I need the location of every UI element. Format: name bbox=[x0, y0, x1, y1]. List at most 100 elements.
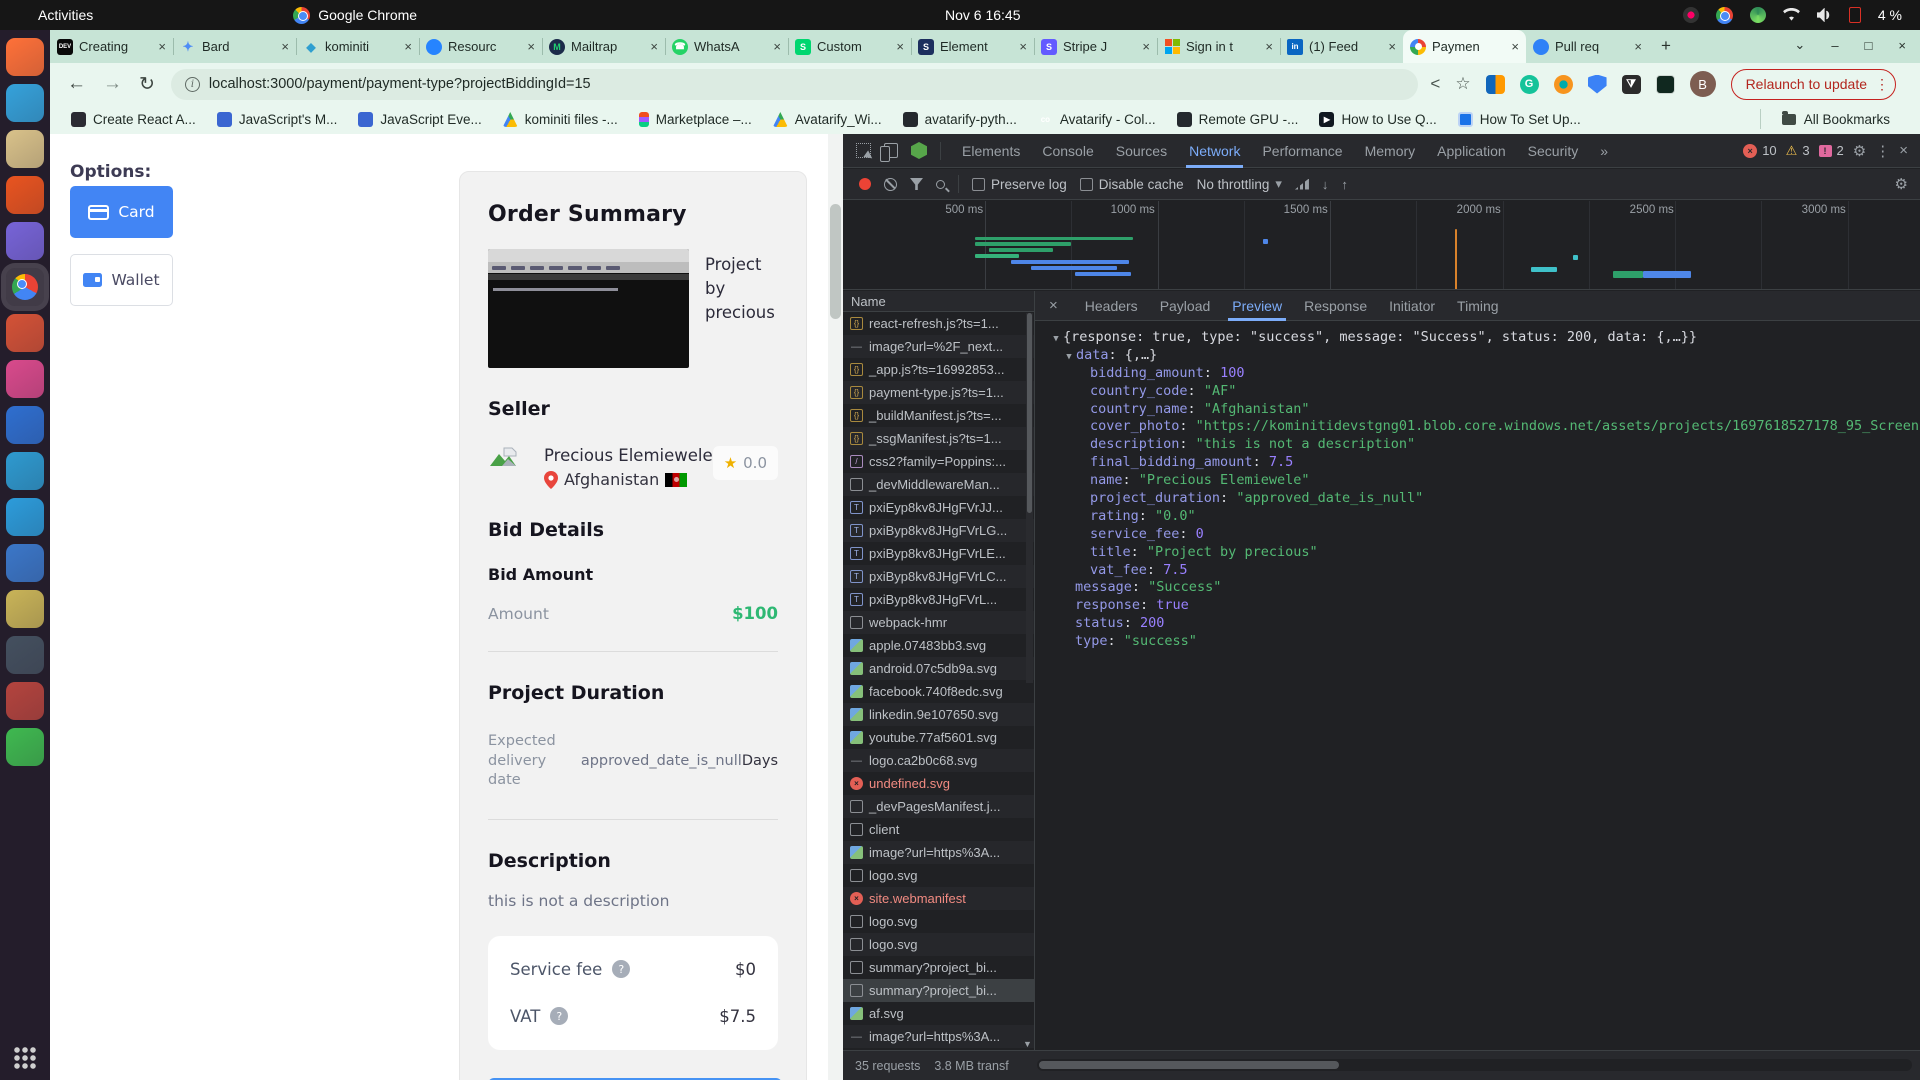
bookmark-item[interactable]: JavaScript's M... bbox=[217, 112, 338, 127]
request-row[interactable]: _devMiddlewareMan... bbox=[843, 473, 1034, 496]
dock-icon-files[interactable] bbox=[6, 130, 44, 168]
reload-button[interactable]: ↻ bbox=[139, 73, 155, 96]
request-row[interactable]: logo.svg bbox=[843, 933, 1034, 956]
devtools-tab-network[interactable]: Network bbox=[1178, 134, 1251, 168]
vat-help-icon[interactable]: ? bbox=[550, 1007, 568, 1025]
url-text[interactable]: localhost:3000/payment/payment-type?proj… bbox=[209, 76, 591, 92]
close-button[interactable]: × bbox=[1898, 38, 1906, 53]
device-toolbar-icon[interactable] bbox=[884, 143, 898, 158]
request-row[interactable]: linkedin.9e107650.svg bbox=[843, 703, 1034, 726]
scroll-down-arrow-icon[interactable]: ▼ bbox=[1023, 1039, 1034, 1050]
json-property-line[interactable]: name: "Precious Elemiewele" bbox=[1035, 472, 1920, 490]
devtools-tab-application[interactable]: Application bbox=[1426, 134, 1517, 168]
warnings-icon[interactable]: ⚠ bbox=[1786, 143, 1798, 159]
bookmark-item[interactable]: ▶How to Use Q... bbox=[1319, 112, 1436, 127]
dock-icon-terminal[interactable] bbox=[6, 728, 44, 766]
inspect-element-icon[interactable] bbox=[856, 143, 871, 158]
dock-icon-app-blue[interactable] bbox=[6, 84, 44, 122]
all-bookmarks[interactable]: All Bookmarks bbox=[1782, 112, 1890, 127]
dock-icon-blue-app-2[interactable] bbox=[6, 544, 44, 582]
close-detail-icon[interactable]: × bbox=[1049, 297, 1058, 314]
maximize-button[interactable]: □ bbox=[1865, 38, 1873, 53]
request-row[interactable]: youtube.77af5601.svg bbox=[843, 726, 1034, 749]
back-button[interactable]: ← bbox=[67, 73, 86, 95]
request-row[interactable]: ×site.webmanifest bbox=[843, 887, 1034, 910]
tab-custom[interactable]: SCustom× bbox=[788, 30, 911, 63]
detail-tab-payload[interactable]: Payload bbox=[1149, 291, 1222, 321]
record-network-log-button[interactable] bbox=[859, 178, 871, 190]
bookmark-item[interactable]: Avatarify_Wi... bbox=[773, 112, 882, 127]
request-row[interactable]: TpxiByp8kv8JHgFVrLG... bbox=[843, 519, 1034, 542]
bookmark-item[interactable]: Remote GPU -... bbox=[1177, 112, 1299, 127]
devtools-tab-performance[interactable]: Performance bbox=[1251, 134, 1353, 168]
relaunch-to-update-button[interactable]: Relaunch to update ⋮ bbox=[1731, 69, 1896, 100]
request-row[interactable]: facebook.740f8edc.svg bbox=[843, 680, 1034, 703]
request-row[interactable]: ×undefined.svg bbox=[843, 772, 1034, 795]
extension-eye-icon[interactable] bbox=[1554, 75, 1573, 94]
bookmark-item[interactable]: JavaScript Eve... bbox=[358, 112, 481, 127]
tab-close-icon[interactable]: × bbox=[527, 39, 535, 54]
json-property-line[interactable]: final_bidding_amount: 7.5 bbox=[1035, 454, 1920, 472]
wallet-payment-button[interactable]: Wallet bbox=[70, 254, 173, 306]
scrollbar-thumb[interactable] bbox=[1027, 313, 1032, 513]
search-icon[interactable] bbox=[936, 180, 945, 189]
json-property-line[interactable]: description: "this is not a description" bbox=[1035, 436, 1920, 454]
json-property-line[interactable]: service_fee: 0 bbox=[1035, 526, 1920, 544]
devtools-close-icon[interactable]: × bbox=[1899, 142, 1908, 159]
browser-menu-kebab-icon[interactable]: ⋮ bbox=[1875, 76, 1889, 93]
disable-cache-checkbox[interactable]: Disable cache bbox=[1080, 177, 1184, 192]
request-row[interactable]: /css2?family=Poppins:... bbox=[843, 450, 1034, 473]
detail-tab-headers[interactable]: Headers bbox=[1074, 291, 1149, 321]
network-conditions-icon[interactable] bbox=[1295, 179, 1309, 190]
bookmark-item[interactable]: Create React A... bbox=[71, 112, 196, 127]
page-scrollbar-thumb[interactable] bbox=[830, 204, 841, 319]
json-property-line[interactable]: title: "Project by precious" bbox=[1035, 544, 1920, 562]
request-row[interactable]: {}_buildManifest.js?ts=... bbox=[843, 404, 1034, 427]
detail-tab-response[interactable]: Response bbox=[1293, 291, 1378, 321]
dock-icon-files-yellow[interactable] bbox=[6, 590, 44, 628]
json-property-line[interactable]: bidding_amount: 100 bbox=[1035, 365, 1920, 383]
json-property-line[interactable]: project_duration: "approved_date_is_null… bbox=[1035, 490, 1920, 508]
json-property-line[interactable]: response: true bbox=[1035, 597, 1920, 615]
request-row[interactable]: summary?project_bi... bbox=[843, 979, 1034, 1002]
devtools-tab-memory[interactable]: Memory bbox=[1354, 134, 1427, 168]
issues-icon[interactable]: ! bbox=[1819, 145, 1832, 157]
site-info-icon[interactable]: i bbox=[185, 77, 200, 92]
tab-close-icon[interactable]: × bbox=[1634, 39, 1642, 54]
request-row[interactable]: TpxiByp8kv8JHgFVrLC... bbox=[843, 565, 1034, 588]
bookmark-item[interactable]: Marketplace –... bbox=[639, 112, 752, 127]
tab-close-icon[interactable]: × bbox=[1388, 39, 1396, 54]
tray-update-icon[interactable] bbox=[1750, 7, 1766, 23]
request-row[interactable]: af.svg bbox=[843, 1002, 1034, 1025]
tab-sign-in-t[interactable]: Sign in t× bbox=[1157, 30, 1280, 63]
network-settings-gear-icon[interactable]: ⚙ bbox=[1895, 175, 1908, 193]
request-row[interactable]: android.07c5db9a.svg bbox=[843, 657, 1034, 680]
request-row[interactable]: _devPagesManifest.j... bbox=[843, 795, 1034, 818]
share-icon[interactable]: < bbox=[1430, 74, 1440, 94]
tab-close-icon[interactable]: × bbox=[1019, 39, 1027, 54]
minimize-button[interactable]: – bbox=[1831, 38, 1838, 53]
tab-close-icon[interactable]: × bbox=[281, 39, 289, 54]
json-property-line[interactable]: type: "success" bbox=[1035, 633, 1920, 651]
request-row[interactable]: —logo.ca2b0c68.svg bbox=[843, 749, 1034, 772]
json-property-line[interactable]: rating: "0.0" bbox=[1035, 508, 1920, 526]
request-row[interactable]: webpack-hmr bbox=[843, 611, 1034, 634]
filter-icon[interactable] bbox=[910, 178, 923, 190]
devtools-more-tabs-chevron[interactable]: » bbox=[1589, 134, 1619, 168]
volume-icon[interactable] bbox=[1817, 8, 1832, 22]
tab-close-icon[interactable]: × bbox=[158, 39, 166, 54]
request-row[interactable]: logo.svg bbox=[843, 910, 1034, 933]
dock-icon-dark-app[interactable] bbox=[6, 636, 44, 674]
request-row[interactable]: summary?project_bi... bbox=[843, 956, 1034, 979]
json-property-line[interactable]: message: "Success" bbox=[1035, 579, 1920, 597]
tab-resourc[interactable]: Resourc× bbox=[419, 30, 542, 63]
devtools-tab-elements[interactable]: Elements bbox=[951, 134, 1031, 168]
request-row[interactable]: {}_app.js?ts=16992853... bbox=[843, 358, 1034, 381]
request-row[interactable]: TpxiByp8kv8JHgFVrLE... bbox=[843, 542, 1034, 565]
dock-icon-chrome[interactable] bbox=[6, 268, 44, 306]
request-row[interactable]: apple.07483bb3.svg bbox=[843, 634, 1034, 657]
clock[interactable]: Nov 6 16:45 bbox=[945, 7, 1021, 23]
tab-close-icon[interactable]: × bbox=[773, 39, 781, 54]
page-scrollbar[interactable] bbox=[828, 134, 843, 1080]
tab-paymen[interactable]: Paymen× bbox=[1403, 30, 1526, 63]
